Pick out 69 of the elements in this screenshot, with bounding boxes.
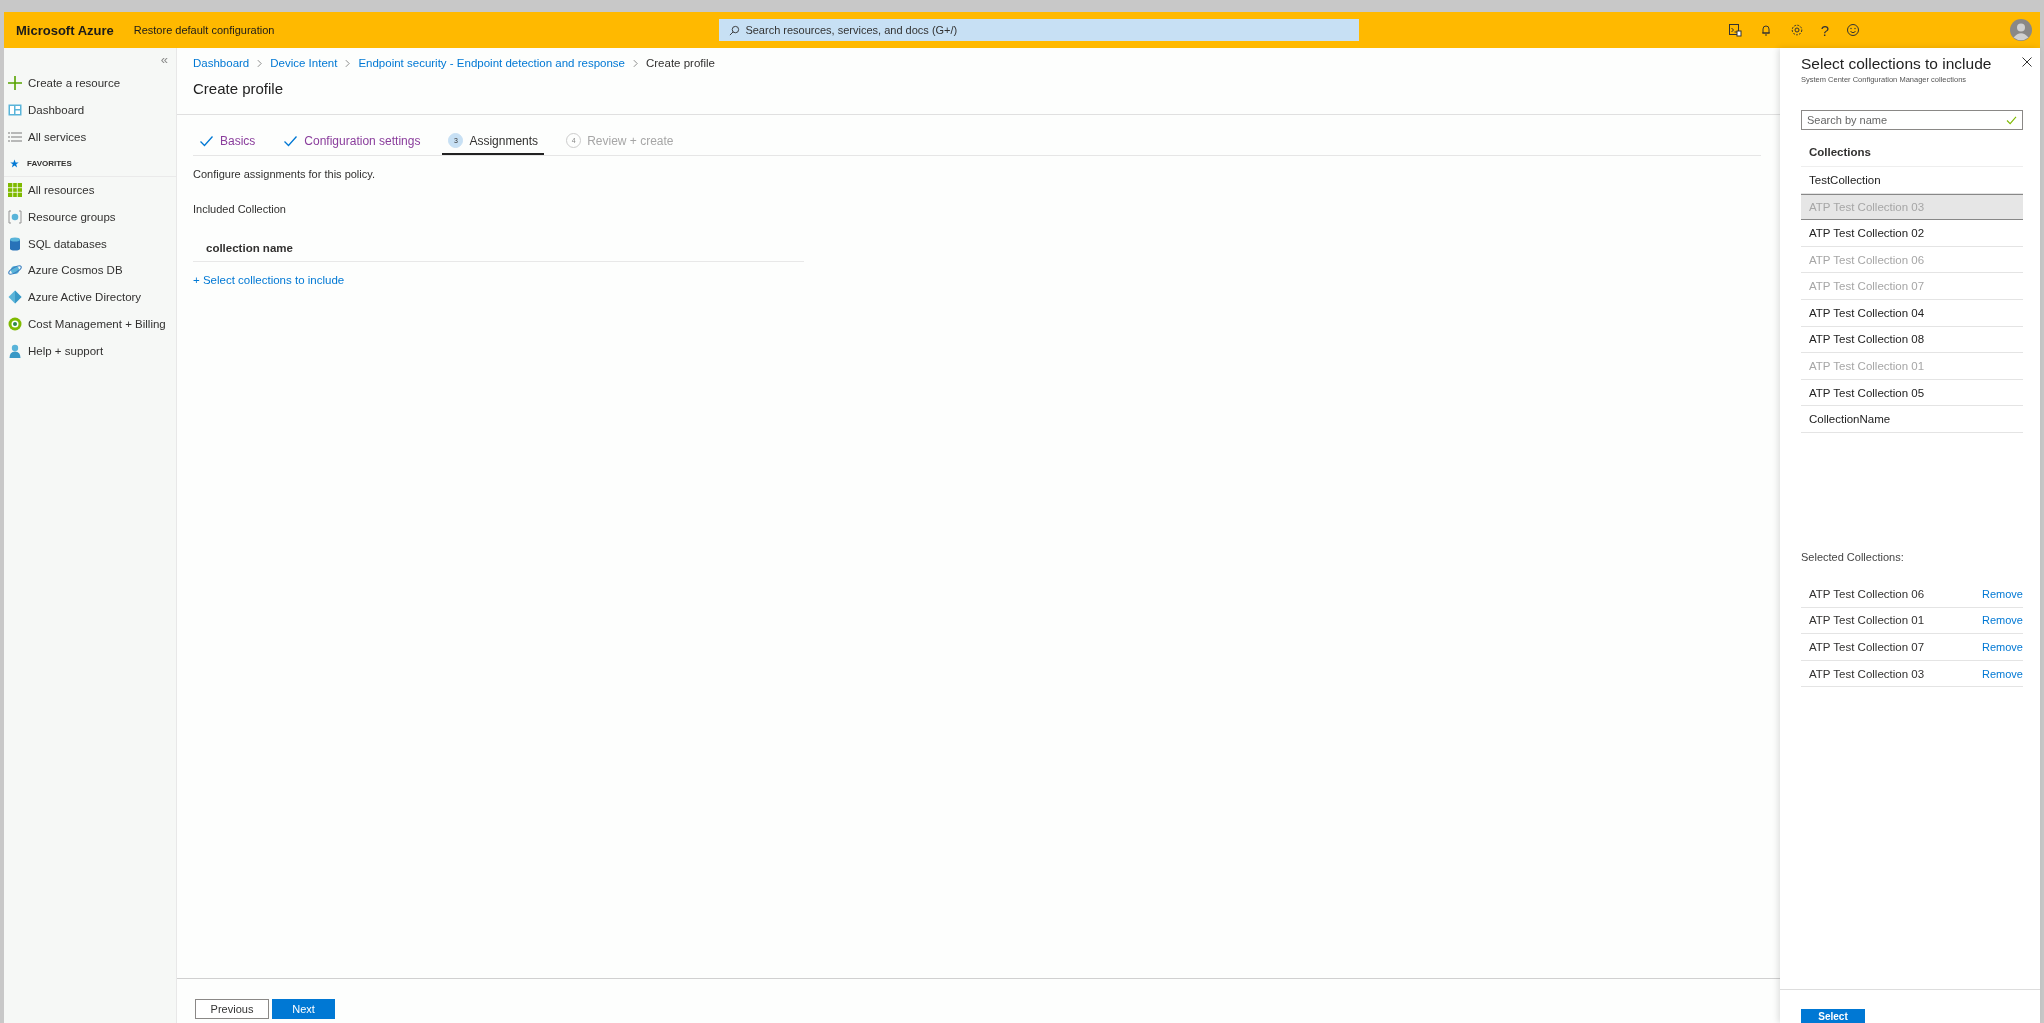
- intro-text: Configure assignments for this policy.: [193, 168, 376, 180]
- check-icon: [2006, 116, 2017, 125]
- step-tab[interactable]: Basics: [193, 133, 262, 155]
- close-icon[interactable]: [2022, 57, 2032, 67]
- star-icon: [10, 158, 19, 168]
- collection-item[interactable]: ATP Test Collection 04: [1801, 299, 2023, 327]
- section-label: Selected Collections:: [1801, 550, 1905, 565]
- brand-name[interactable]: Microsoft Azure: [16, 22, 114, 38]
- chevron-icon: [633, 58, 638, 68]
- select-collections-link[interactable]: + Select collections to include: [193, 274, 345, 286]
- check-icon: [283, 134, 299, 147]
- check-icon: [199, 134, 214, 147]
- remove-link[interactable]: Remove: [1982, 587, 2023, 600]
- planet-icon: [8, 263, 22, 278]
- collection-item[interactable]: TestCollection: [1801, 167, 2023, 194]
- selected-collection: ATP Test Collection 07: [1809, 640, 1925, 653]
- search-field[interactable]: Search by name: [1801, 110, 2023, 130]
- resource-group-icon: [8, 210, 22, 225]
- sidebar-item[interactable]: Help + support: [4, 337, 176, 364]
- breadcrumb-link[interactable]: Device Intent: [270, 57, 338, 69]
- search-field[interactable]: Search resources, services, and docs (G+/): [719, 19, 1360, 41]
- settings-icon[interactable]: [1789, 23, 1804, 37]
- smiley-icon[interactable]: [1846, 23, 1860, 37]
- previous-button[interactable]: Previous: [195, 999, 269, 1019]
- grid-icon: [8, 183, 22, 198]
- cost-icon: [8, 316, 22, 331]
- sidebar-item[interactable]: All services: [4, 123, 176, 151]
- plus-icon: [8, 76, 22, 91]
- panel-title: Select collections to include: [1801, 55, 1992, 73]
- remove-link[interactable]: Remove: [1982, 667, 2023, 680]
- list-icon: [8, 129, 22, 144]
- sidebar-item[interactable]: Cost Management + Billing: [4, 310, 176, 338]
- collection-item[interactable]: ATP Test Collection 02: [1801, 220, 2023, 247]
- remove-link[interactable]: Remove: [1982, 614, 2023, 627]
- restore-link[interactable]: Restore default configuration: [133, 24, 275, 36]
- selected-collection: ATP Test Collection 03: [1809, 667, 1925, 680]
- collapse-button[interactable]: «: [160, 52, 168, 67]
- database-icon: [8, 236, 22, 251]
- breadcrumb-link[interactable]: Endpoint security - Endpoint detection and response: [358, 57, 625, 69]
- column-header: collection name: [206, 242, 293, 254]
- breadcrumb-current: Create profile: [646, 57, 716, 69]
- section-label: Included Collection: [193, 203, 287, 215]
- step-tab[interactable]: Configuration settings: [277, 133, 427, 155]
- remove-link[interactable]: Remove: [1982, 640, 2023, 653]
- sidebar-item[interactable]: Create a resource: [4, 70, 176, 97]
- list-header: Collections: [1801, 130, 2023, 167]
- sidebar-item[interactable]: Azure Active Directory: [4, 283, 176, 311]
- sidebar-item[interactable]: Dashboard: [4, 96, 176, 124]
- dashboard-icon: [8, 103, 22, 118]
- sidebar-item[interactable]: Resource groups: [4, 203, 176, 231]
- selected-collection: ATP Test Collection 06: [1809, 587, 1925, 600]
- terminal-icon[interactable]: [1727, 23, 1742, 37]
- breadcrumb-link[interactable]: Dashboard: [193, 57, 250, 69]
- sidebar-item[interactable]: All resources: [4, 177, 176, 204]
- collection-item[interactable]: ATP Test Collection 08: [1801, 326, 2023, 354]
- diamond-icon: [8, 290, 22, 305]
- sidebar-item[interactable]: SQL databases: [4, 230, 176, 258]
- person-icon: [8, 343, 22, 358]
- selected-collection: ATP Test Collection 01: [1809, 614, 1925, 627]
- next-button[interactable]: Next: [272, 999, 335, 1019]
- chevron-icon: [257, 58, 263, 68]
- select-button[interactable]: Select: [1801, 1009, 1865, 1023]
- sidebar-item[interactable]: Azure Cosmos DB: [4, 257, 176, 284]
- collection-item[interactable]: ATP Test Collection 05: [1801, 379, 2023, 407]
- chevron-icon: [345, 58, 351, 68]
- help-button[interactable]: ?: [1820, 21, 1829, 39]
- page-title: Create profile: [177, 71, 1780, 115]
- collection-item[interactable]: CollectionName: [1801, 406, 2023, 433]
- section-label: FAVORITES: [27, 158, 72, 168]
